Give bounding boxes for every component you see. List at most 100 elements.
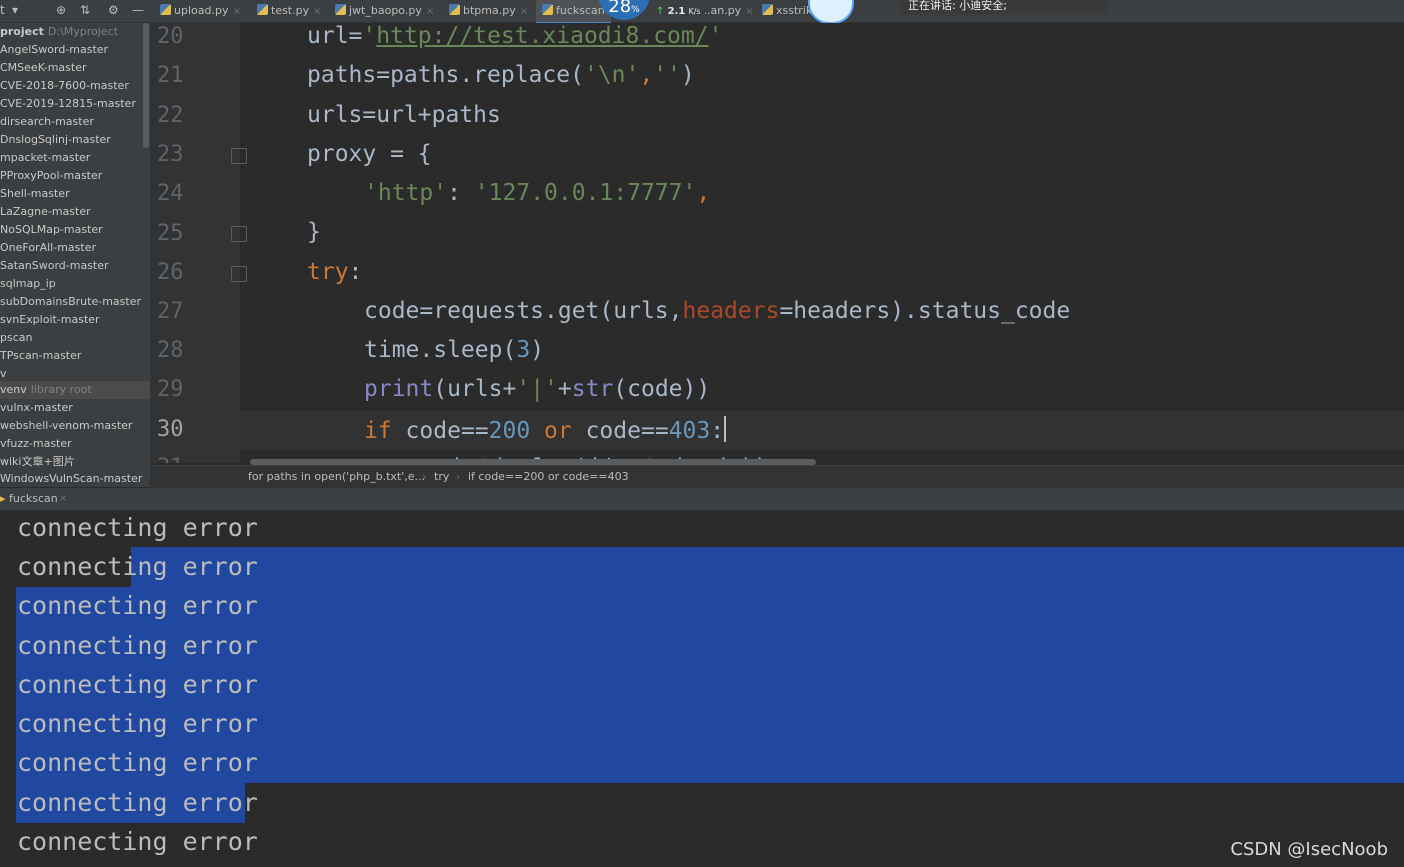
console-line: connecting error <box>17 788 258 817</box>
line-number: 29 <box>157 377 184 402</box>
console-line: connecting error <box>17 748 258 777</box>
fold-marker-icon[interactable] <box>231 226 247 242</box>
speaking-indicator: 正在讲话: 小迪安全; <box>900 0 1108 14</box>
tree-item-folder[interactable]: vfuzz-master <box>0 435 72 453</box>
tree-item-folder[interactable]: Shell-master <box>0 185 70 203</box>
line-number: 31 <box>157 455 184 463</box>
tree-item-folder[interactable]: DnslogSqlinj-master <box>0 131 111 149</box>
project-toolbar: t ▾ ⊕ ⇅ ⚙ — <box>0 0 150 22</box>
tree-item-folder[interactable]: wiki文章+图片 <box>0 453 75 471</box>
tree-item-folder[interactable]: PProxyPool-master <box>0 167 102 185</box>
run-config-icon: ▸ <box>0 492 6 505</box>
close-icon[interactable]: × <box>59 488 67 510</box>
console-line: connecting error <box>17 631 258 660</box>
python-file-icon <box>160 4 171 15</box>
tree-item-venv[interactable]: venv library root <box>0 381 150 399</box>
code-line-21: paths=paths.replace('\n','') <box>307 62 695 88</box>
tree-item-folder[interactable]: SatanSword-master <box>0 257 109 275</box>
line-number: 23 <box>157 142 184 167</box>
tree-item-folder[interactable]: LaZagne-master <box>0 203 91 221</box>
tab-btpma[interactable]: btpma.py × <box>449 0 528 22</box>
tree-item-folder[interactable]: AngelSword-master <box>0 41 108 59</box>
tree-item-folder[interactable]: sqlmap_ip <box>0 275 56 293</box>
project-root[interactable]: project D:\Myproject <box>0 23 118 41</box>
python-file-icon <box>257 4 268 15</box>
tree-item-folder[interactable]: webshell-venom-master <box>0 417 132 435</box>
python-file-icon <box>335 4 346 15</box>
close-icon[interactable]: × <box>745 6 753 17</box>
project-tree: project D:\Myproject AngelSword-master CM… <box>0 23 150 487</box>
hide-icon[interactable]: — <box>132 3 144 17</box>
python-file-icon <box>449 4 460 15</box>
tree-item-folder[interactable]: mpacket-master <box>0 149 90 167</box>
text-selection <box>131 547 1404 587</box>
line-number: 24 <box>157 181 184 206</box>
python-file-icon <box>542 4 553 15</box>
line-number: 22 <box>157 103 184 128</box>
line-number: 26 <box>157 260 184 285</box>
close-icon[interactable]: × <box>520 6 528 17</box>
code-line-27: code=requests.get(urls,headers=headers).… <box>364 298 1071 324</box>
fold-marker-icon[interactable] <box>231 148 247 164</box>
line-number: 27 <box>157 299 184 324</box>
tree-item-folder[interactable]: OneForAll-master <box>0 239 96 257</box>
code-line-20: url='http://test.xiaodi8.com/' <box>307 23 723 49</box>
console-line: connecting error <box>17 552 258 581</box>
code-line-29: print(urls+'|'+str(code)) <box>364 376 711 402</box>
console-line: connecting error <box>17 513 258 542</box>
close-icon[interactable]: × <box>426 6 434 17</box>
breadcrumb-item[interactable]: if code==200 or code==403 <box>468 466 629 488</box>
tree-item-folder[interactable]: CMSeeK-master <box>0 59 87 77</box>
close-icon[interactable]: × <box>313 6 321 17</box>
tree-item-folder[interactable]: CVE-2018-7600-master <box>0 77 129 95</box>
locate-icon[interactable]: ⊕ <box>56 3 66 17</box>
text-caret <box>724 416 727 442</box>
line-number: 21 <box>157 63 184 88</box>
project-view-selector[interactable]: t <box>0 3 5 17</box>
breadcrumb: for paths in open('php_b.txt',e... › try… <box>150 465 1404 488</box>
breadcrumb-item[interactable]: for paths in open('php_b.txt',e... <box>248 466 425 488</box>
tree-item-folder[interactable]: vulnx-master <box>0 399 73 417</box>
tree-item-folder[interactable]: TPscan-master <box>0 347 81 365</box>
line-number: 28 <box>157 338 184 363</box>
tree-item-folder[interactable]: NoSQLMap-master <box>0 221 103 239</box>
code-line-26: try: <box>307 259 363 285</box>
console-line: connecting error <box>17 827 258 856</box>
tree-item-folder[interactable]: pscan <box>0 329 32 347</box>
chevron-right-icon: › <box>456 470 461 483</box>
run-console-output[interactable]: connecting error connecting error connec… <box>0 511 1404 867</box>
tree-item-folder[interactable]: subDomainsBrute-master <box>0 293 141 311</box>
code-line-28: time.sleep(3) <box>364 337 545 363</box>
tree-item-folder[interactable]: dirsearch-master <box>0 113 94 131</box>
sidebar-scrollbar[interactable] <box>143 23 149 148</box>
run-tool-tab[interactable]: ▸ fuckscan × <box>0 488 1404 511</box>
network-speed: ↑ 2.1 K/s <box>652 0 705 22</box>
tab-jwt-baopo[interactable]: jwt_baopo.py × <box>335 0 434 22</box>
dropdown-icon[interactable]: ▾ <box>12 3 18 17</box>
tree-item-folder[interactable]: svnExploit-master <box>0 311 100 329</box>
breadcrumb-item[interactable]: try <box>434 466 449 488</box>
console-line: connecting error <box>17 709 258 738</box>
close-icon[interactable]: × <box>232 6 240 17</box>
code-line-24: 'http': '127.0.0.1:7777', <box>364 180 711 206</box>
watermark: CSDN @IsecNoob <box>1230 839 1388 860</box>
chevron-right-icon: › <box>422 470 427 483</box>
fold-marker-icon[interactable] <box>231 266 247 282</box>
tab-scan[interactable]: ...an.py × <box>700 0 754 22</box>
tree-item-folder[interactable]: CVE-2019-12815-master <box>0 95 136 113</box>
code-line-23: proxy = { <box>307 141 432 167</box>
tab-test[interactable]: test.py × <box>257 0 322 22</box>
collapse-icon[interactable]: ⇅ <box>80 3 90 17</box>
line-number: 20 <box>157 24 184 49</box>
python-file-icon <box>762 4 773 15</box>
gear-icon[interactable]: ⚙ <box>108 3 119 17</box>
code-line-25: } <box>307 219 321 245</box>
line-number: 25 <box>157 221 184 246</box>
tab-upload[interactable]: upload.py × <box>160 0 241 22</box>
tree-item-folder[interactable]: WindowsVulnScan-master <box>0 470 142 487</box>
console-line: connecting error <box>17 591 258 620</box>
upload-arrow-icon: ↑ <box>656 6 665 17</box>
editor-tab-bar: t ▾ ⊕ ⇅ ⚙ — upload.py × test.py × jwt_baop… <box>0 0 1404 24</box>
code-line-22: urls=url+paths <box>307 102 501 128</box>
console-line: connecting error <box>17 670 258 699</box>
